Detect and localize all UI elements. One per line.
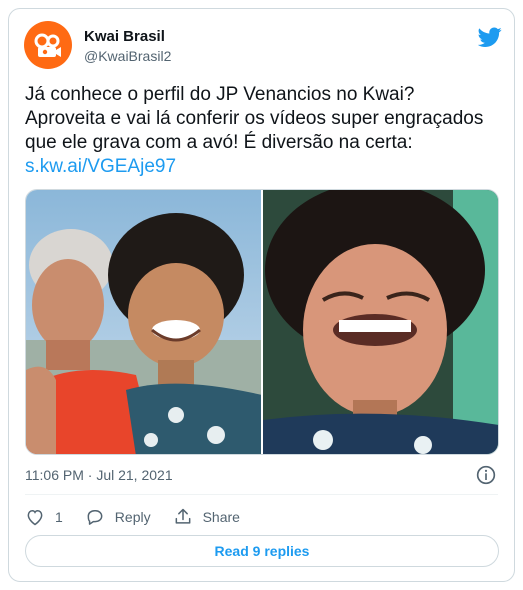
kwai-logo-icon: [34, 33, 61, 57]
photo-left[interactable]: [26, 190, 261, 454]
share-button[interactable]: Share: [173, 507, 240, 527]
twitter-bird-icon[interactable]: [478, 25, 502, 49]
photo-grandma-and-grandson: [26, 190, 261, 454]
tweet-media[interactable]: [25, 189, 499, 455]
tweet-timestamp[interactable]: 11:06 PM · Jul 21, 2021: [25, 465, 173, 485]
tweet-actions: 1 Reply Share: [25, 505, 262, 529]
tweet-card: Kwai Brasil @KwaiBrasil2 Já conhece o pe…: [8, 8, 515, 582]
photo-smiling-man: [263, 190, 498, 454]
reply-label: Reply: [114, 509, 151, 525]
handle[interactable]: @KwaiBrasil2: [84, 46, 171, 66]
reply-button[interactable]: Reply: [85, 507, 151, 527]
share-icon: [175, 508, 191, 524]
display-name[interactable]: Kwai Brasil: [84, 27, 171, 46]
tweet-text: Já conhece o perfil do JP Venancios no K…: [25, 83, 495, 179]
reply-bubble-icon: [87, 510, 103, 525]
photo-right[interactable]: [263, 190, 498, 454]
tweet-body: Já conhece o perfil do JP Venancios no K…: [25, 84, 484, 153]
avatar[interactable]: [24, 21, 72, 69]
author-names: Kwai Brasil @KwaiBrasil2: [84, 27, 171, 66]
tweet-link[interactable]: s.kw.ai/VGEAje97: [25, 156, 176, 177]
like-button[interactable]: 1: [25, 507, 63, 527]
heart-icon: [27, 509, 43, 526]
info-icon[interactable]: [476, 465, 496, 485]
read-replies-button[interactable]: Read 9 replies: [25, 535, 499, 567]
like-count: 1: [55, 509, 63, 525]
tweet-header: Kwai Brasil @KwaiBrasil2: [24, 21, 502, 71]
share-label: Share: [202, 509, 240, 525]
divider: [25, 494, 498, 495]
